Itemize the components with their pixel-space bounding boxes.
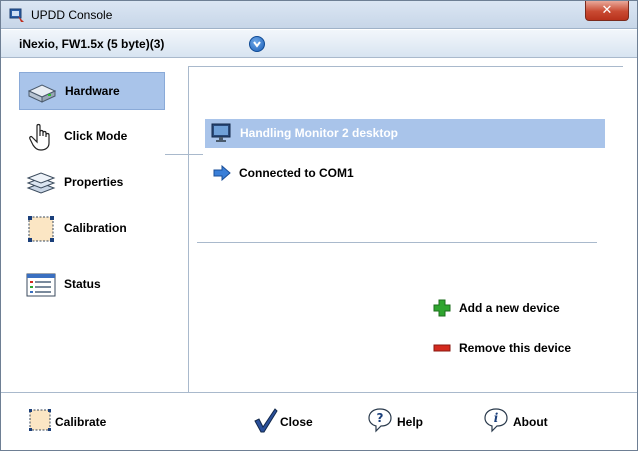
arrow-right-icon <box>213 165 231 181</box>
calibrate-label: Calibrate <box>55 415 107 429</box>
hand-pointer-icon <box>29 123 50 151</box>
sidebar-item-label: Hardware <box>65 84 120 98</box>
remove-device-button[interactable]: Remove this device <box>433 338 603 358</box>
connection-row: Connected to COM1 <box>211 163 511 185</box>
monitor-icon <box>211 123 231 142</box>
info-icon: i <box>484 408 508 433</box>
title-bar[interactable]: UPDD Console ✕ <box>1 1 637 29</box>
device-name: iNexio, FW1.5x (5 byte)(3) <box>19 37 165 51</box>
calibration-icon <box>29 409 51 431</box>
divider <box>197 242 597 243</box>
sidebar-item-properties[interactable]: Properties <box>19 164 165 202</box>
hardware-panel: Handling Monitor 2 desktop Connected to … <box>189 66 623 392</box>
device-bar: iNexio, FW1.5x (5 byte)(3) <box>1 30 637 58</box>
monitor-row[interactable]: Handling Monitor 2 desktop <box>205 119 605 148</box>
sidebar-item-hardware[interactable]: Hardware <box>19 72 165 110</box>
calibrate-button[interactable]: Calibrate <box>27 407 117 435</box>
add-device-label: Add a new device <box>459 301 560 315</box>
close-window-button[interactable]: ✕ <box>585 1 629 21</box>
chevron-down-circle-icon[interactable] <box>249 36 265 52</box>
about-button[interactable]: i About <box>483 407 563 435</box>
sidebar-item-click-mode[interactable]: Click Mode <box>19 118 165 156</box>
about-label: About <box>513 415 548 429</box>
sidebar-item-label: Properties <box>64 175 124 189</box>
plus-icon <box>433 299 451 317</box>
sidebar-item-calibration[interactable]: Calibration <box>19 210 165 248</box>
sidebar-item-label: Click Mode <box>64 129 128 143</box>
minus-icon <box>433 344 451 352</box>
svg-text:i: i <box>494 411 499 425</box>
window-title: UPDD Console <box>31 8 113 22</box>
layers-icon <box>26 172 56 194</box>
sidebar-item-label: Status <box>64 277 101 291</box>
connection-label: Connected to COM1 <box>239 166 354 180</box>
footer-toolbar: Calibrate Close ? Help i About <box>1 392 637 450</box>
sidebar-item-status[interactable]: Status <box>19 266 165 304</box>
sidebar-nav: Hardware Click Mode Properties Calibrati… <box>15 66 203 392</box>
checkmark-icon <box>254 408 278 433</box>
close-label: Close <box>280 415 313 429</box>
sidebar-item-label: Calibration <box>64 221 127 235</box>
calibration-icon <box>28 216 54 242</box>
app-icon <box>9 8 24 22</box>
help-button[interactable]: ? Help <box>367 407 437 435</box>
help-icon: ? <box>368 408 392 433</box>
status-list-icon <box>26 273 56 297</box>
remove-device-label: Remove this device <box>459 341 572 355</box>
help-label: Help <box>397 415 424 429</box>
close-button[interactable]: Close <box>253 407 323 435</box>
monitor-label: Handling Monitor 2 desktop <box>240 126 398 140</box>
updd-console-window: UPDD Console ✕ iNexio, FW1.5x (5 byte)(3… <box>0 0 638 451</box>
add-device-button[interactable]: Add a new device <box>433 298 593 318</box>
svg-text:?: ? <box>377 411 384 425</box>
hardware-icon <box>27 84 57 103</box>
